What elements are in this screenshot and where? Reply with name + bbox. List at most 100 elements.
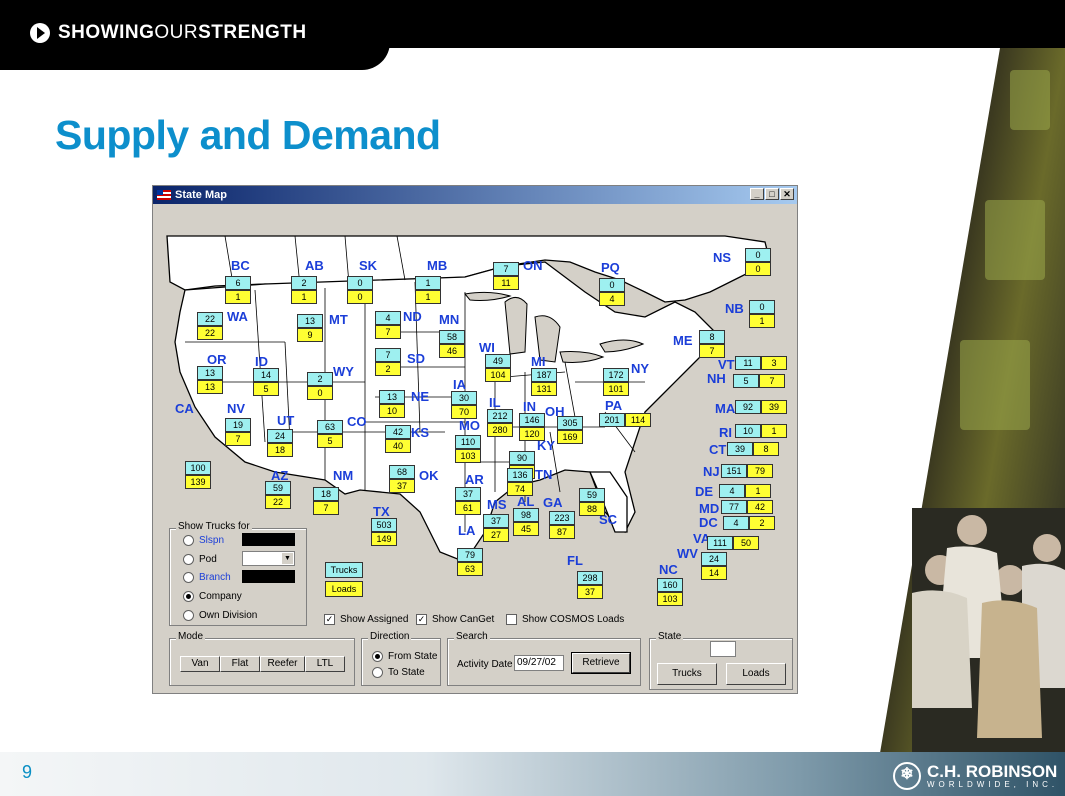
radio-icon[interactable] <box>372 667 383 678</box>
state-counts-ab[interactable]: 21 <box>291 276 317 304</box>
checkbox-icon[interactable] <box>506 614 517 625</box>
state-counts-id[interactable]: 14 5 <box>253 368 279 396</box>
state-counts-nh[interactable]: 57 <box>733 374 785 388</box>
state-label-me[interactable]: ME <box>673 333 693 348</box>
state-label-dc[interactable]: DC <box>699 515 718 530</box>
state-counts-tx[interactable]: 503 149 <box>371 518 397 546</box>
checkbox-icon[interactable]: ✓ <box>324 614 335 625</box>
state-counts-in[interactable]: 146 120 <box>519 413 545 441</box>
checkbox-icon[interactable]: ✓ <box>416 614 427 625</box>
state-label-ny[interactable]: NY <box>631 361 649 376</box>
state-counts-nb[interactable]: 01 <box>749 300 775 328</box>
state-label-ns[interactable]: NS <box>713 250 731 265</box>
state-label-md[interactable]: MD <box>699 501 719 516</box>
state-counts-bc[interactable]: 61 <box>225 276 251 304</box>
state-counts-al[interactable]: 98 45 <box>513 508 539 536</box>
close-button[interactable]: ✕ <box>780 188 794 200</box>
radio-slspn[interactable]: Slspn <box>183 535 224 546</box>
state-label-ks[interactable]: KS <box>411 425 429 440</box>
chevron-down-icon[interactable]: ▼ <box>282 553 293 564</box>
radio-icon[interactable] <box>183 535 194 546</box>
state-label-mo[interactable]: MO <box>459 418 480 433</box>
state-label-sk[interactable]: SK <box>359 258 377 273</box>
state-label-vt[interactable]: VT <box>718 357 735 372</box>
radio-icon[interactable] <box>183 591 194 602</box>
state-counts-wy[interactable]: 20 <box>307 372 333 400</box>
state-label-wa[interactable]: WA <box>227 309 248 324</box>
loads-button[interactable]: Loads <box>726 663 786 685</box>
state-counts-me[interactable]: 87 <box>699 330 725 358</box>
state-counts-on[interactable]: 7 11 <box>493 262 519 290</box>
radio-from-state[interactable]: From State <box>372 651 437 662</box>
state-counts-mt[interactable]: 13 9 <box>297 314 323 342</box>
radio-company[interactable]: Company <box>183 591 242 602</box>
state-label-nb[interactable]: NB <box>725 301 744 316</box>
state-label-nm[interactable]: NM <box>333 468 353 483</box>
state-counts-mo[interactable]: 110 103 <box>455 435 481 463</box>
pod-select[interactable]: ▼ <box>242 551 295 566</box>
state-counts-ga[interactable]: 223 87 <box>549 511 575 539</box>
state-counts-nv[interactable]: 19 7 <box>225 418 251 446</box>
state-label-wv[interactable]: WV <box>677 546 698 561</box>
state-counts-wa[interactable]: 22 22 <box>197 312 223 340</box>
show-assigned-checkbox[interactable]: ✓ Show Assigned <box>324 614 408 625</box>
state-label-ga[interactable]: GA <box>543 495 563 510</box>
state-counts-fl[interactable]: 298 37 <box>577 571 603 599</box>
ltl-button[interactable]: LTL <box>305 656 345 672</box>
state-counts-pq[interactable]: 04 <box>599 278 625 306</box>
state-label-bc[interactable]: BC <box>231 258 250 273</box>
state-label-ne[interactable]: NE <box>411 389 429 404</box>
state-label-nc[interactable]: NC <box>659 562 678 577</box>
state-label-mn[interactable]: MN <box>439 312 459 327</box>
state-label-pq[interactable]: PQ <box>601 260 620 275</box>
state-label-sd[interactable]: SD <box>407 351 425 366</box>
state-counts-mn[interactable]: 58 46 <box>439 330 465 358</box>
state-counts-ny[interactable]: 172 101 <box>603 368 629 396</box>
state-counts-de[interactable]: 41 <box>719 484 771 498</box>
state-counts-wi[interactable]: 49 104 <box>485 354 511 382</box>
radio-to-state[interactable]: To State <box>372 667 425 678</box>
show-cosmos-checkbox[interactable]: Show COSMOS Loads <box>506 614 624 625</box>
state-label-ct[interactable]: CT <box>709 442 726 457</box>
state-label-ia[interactable]: IA <box>453 377 466 392</box>
state-counts-ma[interactable]: 92 39 <box>735 400 787 414</box>
state-counts-az[interactable]: 59 22 <box>265 481 291 509</box>
state-counts-ks[interactable]: 42 40 <box>385 425 411 453</box>
state-label-on[interactable]: ON <box>523 258 543 273</box>
state-label-de[interactable]: DE <box>695 484 713 499</box>
state-counts-oh[interactable]: 305 169 <box>557 416 583 444</box>
state-counts-ok[interactable]: 68 37 <box>389 465 415 493</box>
state-label-pa[interactable]: PA <box>605 398 622 413</box>
state-label-nh[interactable]: NH <box>707 371 726 386</box>
state-label-nd[interactable]: ND <box>403 309 422 324</box>
state-label-il[interactable]: IL <box>489 395 501 410</box>
state-label-fl[interactable]: FL <box>567 553 583 568</box>
state-label-in[interactable]: IN <box>523 399 536 414</box>
state-label-mb[interactable]: MB <box>427 258 447 273</box>
state-counts-sk[interactable]: 00 <box>347 276 373 304</box>
state-label-co[interactable]: CO <box>347 414 367 429</box>
state-label-tn[interactable]: TN <box>535 467 552 482</box>
reefer-button[interactable]: Reefer <box>260 656 305 672</box>
state-label-ar[interactable]: AR <box>465 472 484 487</box>
state-label-mt[interactable]: MT <box>329 312 348 327</box>
state-input[interactable] <box>710 641 736 657</box>
state-counts-la[interactable]: 79 63 <box>457 548 483 576</box>
slspn-field[interactable] <box>242 533 295 546</box>
state-counts-sd[interactable]: 72 <box>375 348 401 376</box>
state-counts-pa[interactable]: 201 114 <box>599 413 651 427</box>
show-canget-checkbox[interactable]: ✓ Show CanGet <box>416 614 494 625</box>
state-counts-va[interactable]: 111 50 <box>707 536 759 550</box>
state-counts-vt[interactable]: 11 3 <box>735 356 787 370</box>
radio-icon[interactable] <box>183 610 194 621</box>
state-counts-ns[interactable]: 00 <box>745 248 771 276</box>
state-counts-ms[interactable]: 37 27 <box>483 514 509 542</box>
state-counts-sc[interactable]: 59 88 <box>579 488 605 516</box>
state-label-mi[interactable]: MI <box>531 354 545 369</box>
state-label-la[interactable]: LA <box>458 523 475 538</box>
retrieve-button[interactable]: Retrieve <box>571 652 631 674</box>
state-label-wy[interactable]: WY <box>333 364 354 379</box>
maximize-button[interactable]: □ <box>765 188 779 200</box>
flat-button[interactable]: Flat <box>220 656 260 672</box>
branch-field[interactable] <box>242 570 295 583</box>
